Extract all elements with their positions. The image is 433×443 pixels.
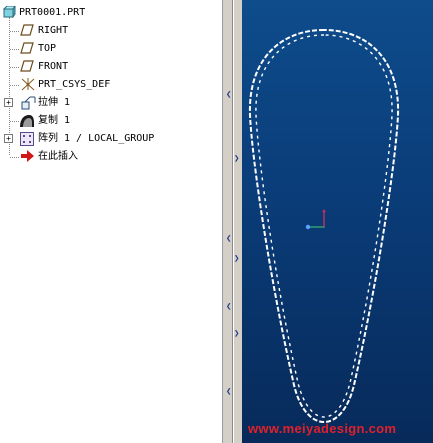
coordinate-system-icon [20,78,35,91]
csys-triad [305,209,326,230]
copy-feature-icon [19,114,34,127]
chevron-left-icon[interactable]: ❮ [226,235,232,244]
chevron-right-icon[interactable]: ❯ [234,155,240,164]
tree-connector [10,85,19,87]
chevron-right-icon[interactable]: ❯ [234,255,240,264]
expand-toggle[interactable]: + [4,98,13,107]
tree-item-part-root[interactable]: PRT0001.PRT [0,4,222,21]
insert-here-arrow-icon [21,150,35,163]
tree-item-label: 在此插入 [38,151,78,162]
part-icon [3,6,17,19]
tree-connector [10,157,19,159]
tree-connector [10,49,19,51]
tree-item-label: 阵列 1 / LOCAL_GROUP [38,133,155,144]
tree-item-label: PRT_CSYS_DEF [38,79,111,90]
chevron-left-icon[interactable]: ❮ [226,303,232,312]
tree-connector [10,31,19,33]
tree-item-right-plane[interactable]: RIGHT [0,22,222,39]
model-geometry [248,28,400,424]
tree-item-label: 拉伸 1 [38,97,71,108]
tree-item-insert-here[interactable]: 在此插入 [0,148,222,165]
panel-splitter[interactable]: ❮ ❯ ❮ ❯ ❮ ❯ ❮ [223,0,242,443]
tree-item-extrude[interactable]: + 拉伸 1 [0,94,222,111]
datum-plane-icon [20,24,34,37]
tree-item-label: PRT0001.PRT [19,7,86,18]
tree-item-label: RIGHT [38,25,69,36]
splitter-highlight [233,0,234,443]
tree-item-front-plane[interactable]: FRONT [0,58,222,75]
chevron-right-icon[interactable]: ❯ [234,330,240,339]
graphics-viewport[interactable] [242,0,433,443]
watermark-text: www.meiyadesign.com [248,421,397,436]
tree-item-csys[interactable]: PRT_CSYS_DEF [0,76,222,93]
tree-connector [10,67,19,69]
tree-item-top-plane[interactable]: TOP [0,40,222,57]
tree-item-label: TOP [38,43,57,54]
model-tree-panel: PRT0001.PRT RIGHT TOP FRONT PRT_CSYS_DEF… [0,0,223,443]
tree-item-copy[interactable]: 复制 1 [0,112,222,129]
expand-toggle[interactable]: + [4,134,13,143]
chevron-left-icon[interactable]: ❮ [226,91,232,100]
tree-connector [10,121,19,123]
tree-item-label: FRONT [38,61,69,72]
datum-plane-icon [20,60,34,73]
pattern-icon [20,132,34,146]
datum-plane-icon [20,42,34,55]
extrude-icon [20,96,36,110]
chevron-left-icon[interactable]: ❮ [226,388,232,397]
tree-item-label: 复制 1 [38,115,71,126]
tree-item-pattern[interactable]: + 阵列 1 / LOCAL_GROUP [0,130,222,147]
